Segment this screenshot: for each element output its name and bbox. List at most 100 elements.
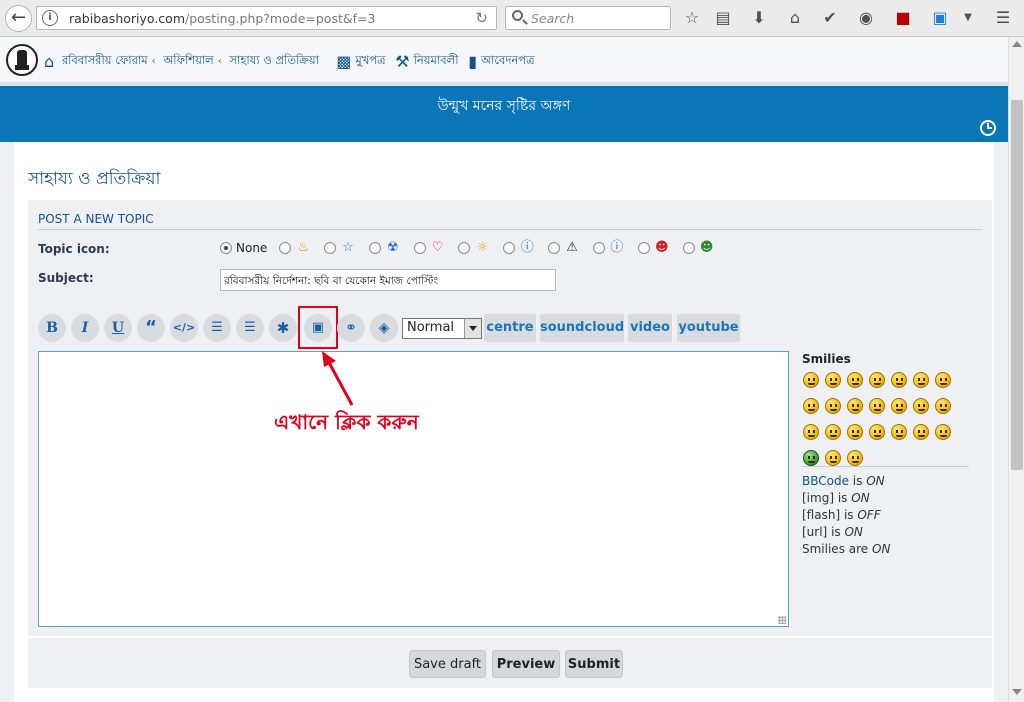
breadcrumb: ⌂ রবিবাসরীয় ফোরাম ‹ অফিশিয়াল ‹ সাহায্য ও…	[44, 52, 535, 71]
breadcrumb-official[interactable]: অফিশিয়াল	[163, 53, 213, 67]
menu-icon[interactable]: ☰	[993, 8, 1013, 28]
breadcrumb-help[interactable]: সাহায্য ও প্রতিক্রিয়া	[229, 53, 319, 67]
bbcode-status: BBCode is ON	[802, 474, 885, 488]
underline-button[interactable]: U	[104, 314, 132, 342]
smiley-icon[interactable]	[847, 372, 863, 388]
scroll-thumb[interactable]	[1011, 100, 1023, 470]
smiley-icon[interactable]	[803, 398, 819, 414]
bbcode-link[interactable]: BBCode	[802, 474, 849, 488]
topic-icon-radio[interactable]	[548, 242, 561, 254]
smiley-icon[interactable]	[891, 424, 907, 440]
smiley-icon[interactable]	[913, 398, 929, 414]
home-icon[interactable]: ⌂	[785, 8, 805, 28]
annotation-text: এখানে ক্লিক করুন	[274, 410, 419, 434]
smiley-icon[interactable]	[825, 372, 841, 388]
scroll-down-arrow[interactable]	[1012, 689, 1022, 695]
back-button[interactable]: ←	[5, 5, 32, 32]
video-button[interactable]: video	[628, 314, 672, 342]
annotation-arrow	[322, 351, 354, 406]
smiley-icon[interactable]	[935, 424, 951, 440]
topic-icon-radio-none[interactable]	[220, 242, 232, 254]
breadcrumb-forum[interactable]: রবিবাসরীয় ফোরাম	[62, 53, 148, 67]
subject-input[interactable]: রবিবাসরীয় নির্দেশনা: ছবি বা যেকোন ইমাজ …	[220, 269, 556, 291]
message-textarea[interactable]	[38, 351, 789, 627]
font-size-select[interactable]: Normal	[402, 318, 482, 339]
soundcloud-button[interactable]: soundcloud	[540, 314, 624, 342]
code-button[interactable]: </>	[170, 314, 198, 342]
smiley-icon[interactable]	[891, 372, 907, 388]
smiley-icon[interactable]	[847, 424, 863, 440]
topic-icon-radio[interactable]	[503, 242, 516, 254]
info-icon[interactable]: i	[42, 10, 58, 26]
preview-button[interactable]: Preview	[492, 650, 560, 678]
smiley-icon[interactable]	[869, 398, 885, 414]
chevron-down-icon[interactable]: ▼	[958, 8, 978, 28]
topic-icon-radio[interactable]	[637, 242, 650, 254]
pocket-icon[interactable]: ✔	[820, 8, 840, 28]
smiley-icon[interactable]	[825, 424, 841, 440]
question-icon: ⓘ	[520, 240, 534, 255]
site-logo[interactable]	[6, 44, 38, 76]
smiley-icon[interactable]	[913, 424, 929, 440]
reload-icon[interactable]: ↻	[475, 9, 488, 27]
smiley-icon[interactable]	[847, 398, 863, 414]
link-button[interactable]: ⚭	[337, 314, 365, 342]
heart-icon: ♡	[431, 240, 444, 255]
clock-icon[interactable]	[980, 120, 996, 136]
download-manager-icon[interactable]: ▣	[930, 8, 950, 28]
smiley-icon[interactable]	[847, 450, 863, 466]
search-input[interactable]: Search	[505, 6, 671, 30]
smiley-icon[interactable]	[803, 424, 819, 440]
home-icon[interactable]: ⌂	[44, 52, 54, 71]
grin-face-icon: ☻	[699, 240, 714, 255]
quote-button[interactable]: “	[137, 314, 165, 342]
smiley-icon[interactable]	[913, 372, 929, 388]
scroll-up-arrow[interactable]	[1012, 41, 1022, 47]
ublock-icon[interactable]: ■	[893, 8, 913, 28]
list-item-button[interactable]: ✱	[269, 314, 297, 342]
bold-button[interactable]: B	[38, 314, 66, 342]
smiley-icon[interactable]	[869, 372, 885, 388]
forum-navbar: ⌂ রবিবাসরীয় ফোরাম ‹ অফিশিয়াল ‹ সাহায্য ও…	[0, 37, 1008, 82]
smilies-status: Smilies are ON	[802, 542, 891, 556]
smiley-icon[interactable]	[891, 398, 907, 414]
color-button[interactable]: ◈	[370, 314, 398, 342]
resize-grip[interactable]	[778, 616, 786, 624]
bookmark-star-icon[interactable]: ☆	[682, 8, 702, 28]
topic-icon-radio[interactable]	[368, 242, 381, 254]
smiley-icon[interactable]	[825, 398, 841, 414]
list-button[interactable]: ☰	[203, 314, 231, 342]
smiley-icon[interactable]	[803, 372, 819, 388]
topic-icon-radio[interactable]	[592, 242, 605, 254]
nav-link-rules[interactable]: ⚒ নিয়মাবলী	[395, 52, 458, 71]
smiley-icon[interactable]	[935, 372, 951, 388]
topic-icon-radio[interactable]	[458, 242, 471, 254]
youtube-button[interactable]: youtube	[677, 314, 740, 342]
page-title[interactable]: সাহায্য ও প্রতিক্রিয়া	[28, 166, 160, 194]
submit-button[interactable]: Submit	[565, 650, 623, 678]
chevron-down-icon	[464, 319, 481, 338]
centre-button[interactable]: centre	[484, 314, 536, 342]
topic-icon-radio[interactable]	[413, 242, 426, 254]
topic-icon-radio[interactable]	[323, 242, 336, 254]
italic-button[interactable]: I	[71, 314, 99, 342]
save-draft-button[interactable]: Save draft	[409, 650, 486, 678]
smiley-icon[interactable]	[869, 424, 885, 440]
topic-icon-radio[interactable]	[279, 242, 292, 254]
topic-icon-label: Topic icon:	[38, 242, 110, 256]
nav-link-mukhapatra[interactable]: ▩ মুখপত্র	[336, 52, 385, 71]
vertical-scrollbar[interactable]	[1008, 37, 1024, 702]
smiley-icon[interactable]	[825, 450, 841, 466]
topic-icon-radio[interactable]	[682, 242, 695, 254]
smiley-icon[interactable]	[803, 450, 819, 466]
numbered-list-button[interactable]: ☰	[236, 314, 264, 342]
download-icon[interactable]: ⬇	[749, 8, 769, 28]
reading-list-icon[interactable]: ▤	[713, 8, 733, 28]
smiley-icon[interactable]	[935, 398, 951, 414]
divider	[802, 466, 969, 467]
nav-link-application[interactable]: ▮ আবেদনপত্র	[468, 52, 534, 71]
film-icon[interactable]: ◉	[856, 8, 876, 28]
url-bar[interactable]: i rabibashoriyo.com/posting.php?mode=pos…	[36, 6, 497, 30]
header-banner: উন্মুখ মনের সৃষ্টির অঙ্গণ	[0, 82, 1008, 142]
page-content: সাহায্য ও প্রতিক্রিয়া POST A NEW TOPIC …	[14, 142, 994, 702]
